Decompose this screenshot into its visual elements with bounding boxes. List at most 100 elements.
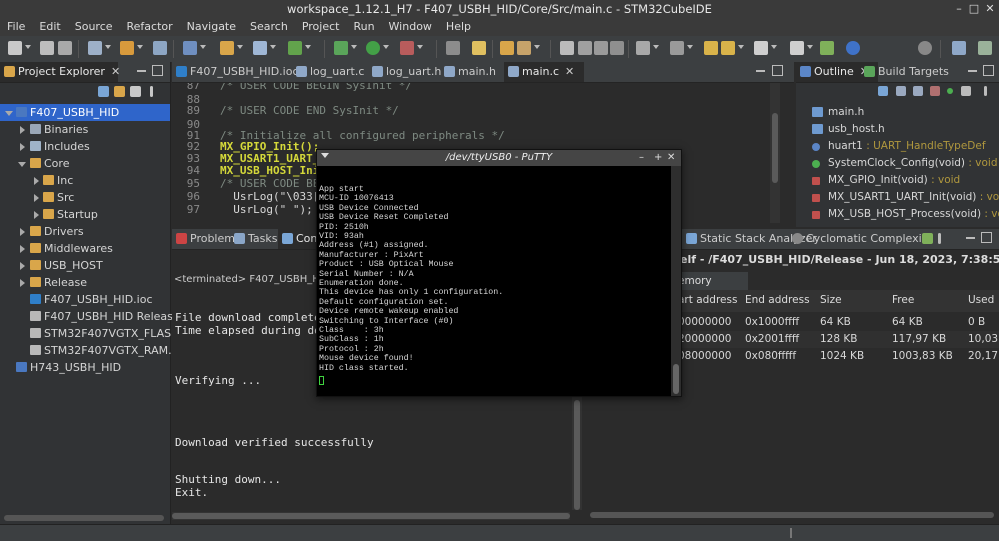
tab-log-uart-c[interactable]: log_uart.c (292, 62, 375, 82)
tab-static-stack-analyzer[interactable]: Static Stack Analyzer (682, 229, 817, 249)
build-hammer-icon[interactable] (120, 41, 134, 55)
tree-item-src[interactable]: Src (0, 189, 170, 206)
tab-f407-ioc[interactable]: F407_USBH_HID.ioc (172, 62, 310, 82)
back-arrow-icon[interactable] (721, 41, 735, 55)
tree-item-startup[interactable]: Startup (0, 206, 170, 223)
tab-cyclomatic-complexity[interactable]: Cyclomatic Complexity (788, 229, 933, 249)
maximize-panel-icon[interactable] (983, 65, 994, 76)
show-whitespace-icon[interactable] (610, 41, 624, 55)
menu-file[interactable]: File (0, 18, 32, 36)
table-row[interactable]: 08000000 0x080fffff 1024 KB 1003,83 KB 2… (678, 348, 999, 365)
last-edit-location-icon[interactable] (704, 41, 718, 55)
view-menu-icon[interactable] (150, 86, 153, 97)
forward-dropdown-icon[interactable] (771, 45, 777, 49)
maximize-panel-icon[interactable] (152, 65, 163, 76)
outline-item[interactable]: main.h (796, 104, 999, 121)
table-row[interactable]: 20000000 0x2001ffff 128 KB 117,97 KB 10,… (678, 331, 999, 348)
expand-arrow-icon[interactable] (34, 211, 39, 219)
close-icon[interactable]: ✕ (565, 65, 574, 78)
view-menu-icon[interactable] (984, 86, 987, 96)
column-size[interactable]: Size (820, 290, 842, 310)
new-class-dropdown-icon[interactable] (270, 45, 276, 49)
column-end-address[interactable]: End address (745, 290, 810, 310)
close-icon[interactable]: ✕ (111, 65, 120, 78)
tab-main-h[interactable]: main.h (440, 62, 508, 82)
link-editor-icon[interactable] (961, 86, 971, 96)
scrollbar-thumb[interactable] (172, 513, 570, 519)
menu-navigate[interactable]: Navigate (180, 18, 243, 36)
tree-item-release[interactable]: Release (0, 274, 170, 291)
close-window-button[interactable]: ✕ (984, 3, 996, 15)
expand-arrow-icon[interactable] (20, 245, 25, 253)
tab-project-explorer[interactable]: Project Explorer ✕ (0, 62, 120, 82)
putty-menu-icon[interactable] (321, 153, 329, 158)
outline-item[interactable]: SystemClock_Config(void) : void (796, 155, 999, 172)
menu-refactor[interactable]: Refactor (120, 18, 180, 36)
edit-pencil-icon[interactable] (517, 41, 531, 55)
back-dropdown-icon[interactable] (738, 45, 744, 49)
sort-icon[interactable] (896, 86, 906, 96)
scrollbar-thumb[interactable] (574, 400, 580, 510)
expand-arrow-icon[interactable] (5, 111, 13, 116)
analyzer-horizontal-scrollbar[interactable] (590, 512, 994, 518)
expand-arrow-icon[interactable] (20, 126, 25, 134)
debug-dropdown-icon[interactable] (351, 45, 357, 49)
menu-help[interactable]: Help (439, 18, 478, 36)
external-tools-dropdown-icon[interactable] (417, 45, 423, 49)
previous-annotation-dropdown-icon[interactable] (687, 45, 693, 49)
cpp-perspective-icon[interactable] (952, 41, 966, 55)
previous-annotation-icon[interactable] (670, 41, 684, 55)
view-menu-icon[interactable] (938, 233, 941, 244)
outline-item[interactable]: usb_host.h (796, 121, 999, 138)
tree-item-h743-usbh-hid[interactable]: H743_USBH_HID (0, 359, 170, 376)
tree-item-launch-file[interactable]: F407_USBH_HID Release.launch (0, 308, 220, 325)
expand-arrow-icon[interactable] (34, 177, 39, 185)
skip-breakpoints-icon[interactable] (446, 41, 460, 55)
hide-static-icon[interactable] (930, 86, 940, 96)
new-class-icon[interactable] (253, 41, 267, 55)
expand-arrow-icon[interactable] (20, 279, 25, 287)
save-all-icon[interactable] (58, 41, 72, 55)
run-dropdown-icon[interactable] (383, 45, 389, 49)
filter-icon[interactable] (130, 86, 141, 97)
debug-perspective-icon[interactable] (978, 41, 992, 55)
putty-minimize-icon[interactable]: – (639, 150, 644, 166)
menu-source[interactable]: Source (68, 18, 120, 36)
minimize-panel-icon[interactable] (968, 70, 977, 72)
scrollbar-thumb[interactable] (772, 113, 778, 183)
scrollbar-thumb[interactable] (673, 364, 679, 394)
tree-item-inc[interactable]: Inc (0, 172, 170, 189)
editor-vertical-scrollbar[interactable] (770, 83, 780, 223)
column-free[interactable]: Free (892, 290, 914, 310)
new-dropdown-icon[interactable] (25, 45, 31, 49)
tab-memory-details[interactable]: emory Details (678, 272, 748, 305)
refresh-icon[interactable] (288, 41, 302, 55)
minimize-panel-icon[interactable] (137, 70, 146, 72)
bug-icon[interactable] (472, 41, 486, 55)
tab-main-c[interactable]: main.c ✕ (504, 62, 584, 82)
minimize-button[interactable]: – (953, 3, 965, 15)
settings-gear-icon[interactable] (88, 41, 102, 55)
hide-non-public-icon[interactable] (947, 88, 953, 94)
putty-maximize-icon[interactable]: + (654, 150, 662, 166)
external-tools-icon[interactable] (400, 41, 414, 55)
tree-item-drivers[interactable]: Drivers (0, 223, 170, 240)
open-folder-icon[interactable] (220, 41, 234, 55)
link-with-editor-icon[interactable] (114, 86, 125, 97)
debug-icon[interactable] (334, 41, 348, 55)
pin-icon[interactable] (790, 41, 804, 55)
expand-arrow-icon[interactable] (20, 143, 25, 151)
refresh-dropdown-icon[interactable] (305, 45, 311, 49)
menu-run[interactable]: Run (346, 18, 381, 36)
forward-arrow-icon[interactable] (754, 41, 768, 55)
tree-item-core[interactable]: Core (0, 155, 170, 172)
info-icon[interactable] (846, 41, 860, 55)
block-selection-icon[interactable] (594, 41, 608, 55)
edit-dropdown-icon[interactable] (534, 45, 540, 49)
tree-item-ioc-file[interactable]: F407_USBH_HID.ioc (0, 291, 170, 308)
mark-occurrences-icon[interactable] (560, 41, 574, 55)
tab-log-uart-h[interactable]: log_uart.h (368, 62, 446, 82)
putty-terminal[interactable]: App start MCU-ID 10076413 USB Device Con… (317, 166, 671, 396)
collapse-all-icon[interactable] (878, 86, 888, 96)
run-icon[interactable] (366, 41, 380, 55)
